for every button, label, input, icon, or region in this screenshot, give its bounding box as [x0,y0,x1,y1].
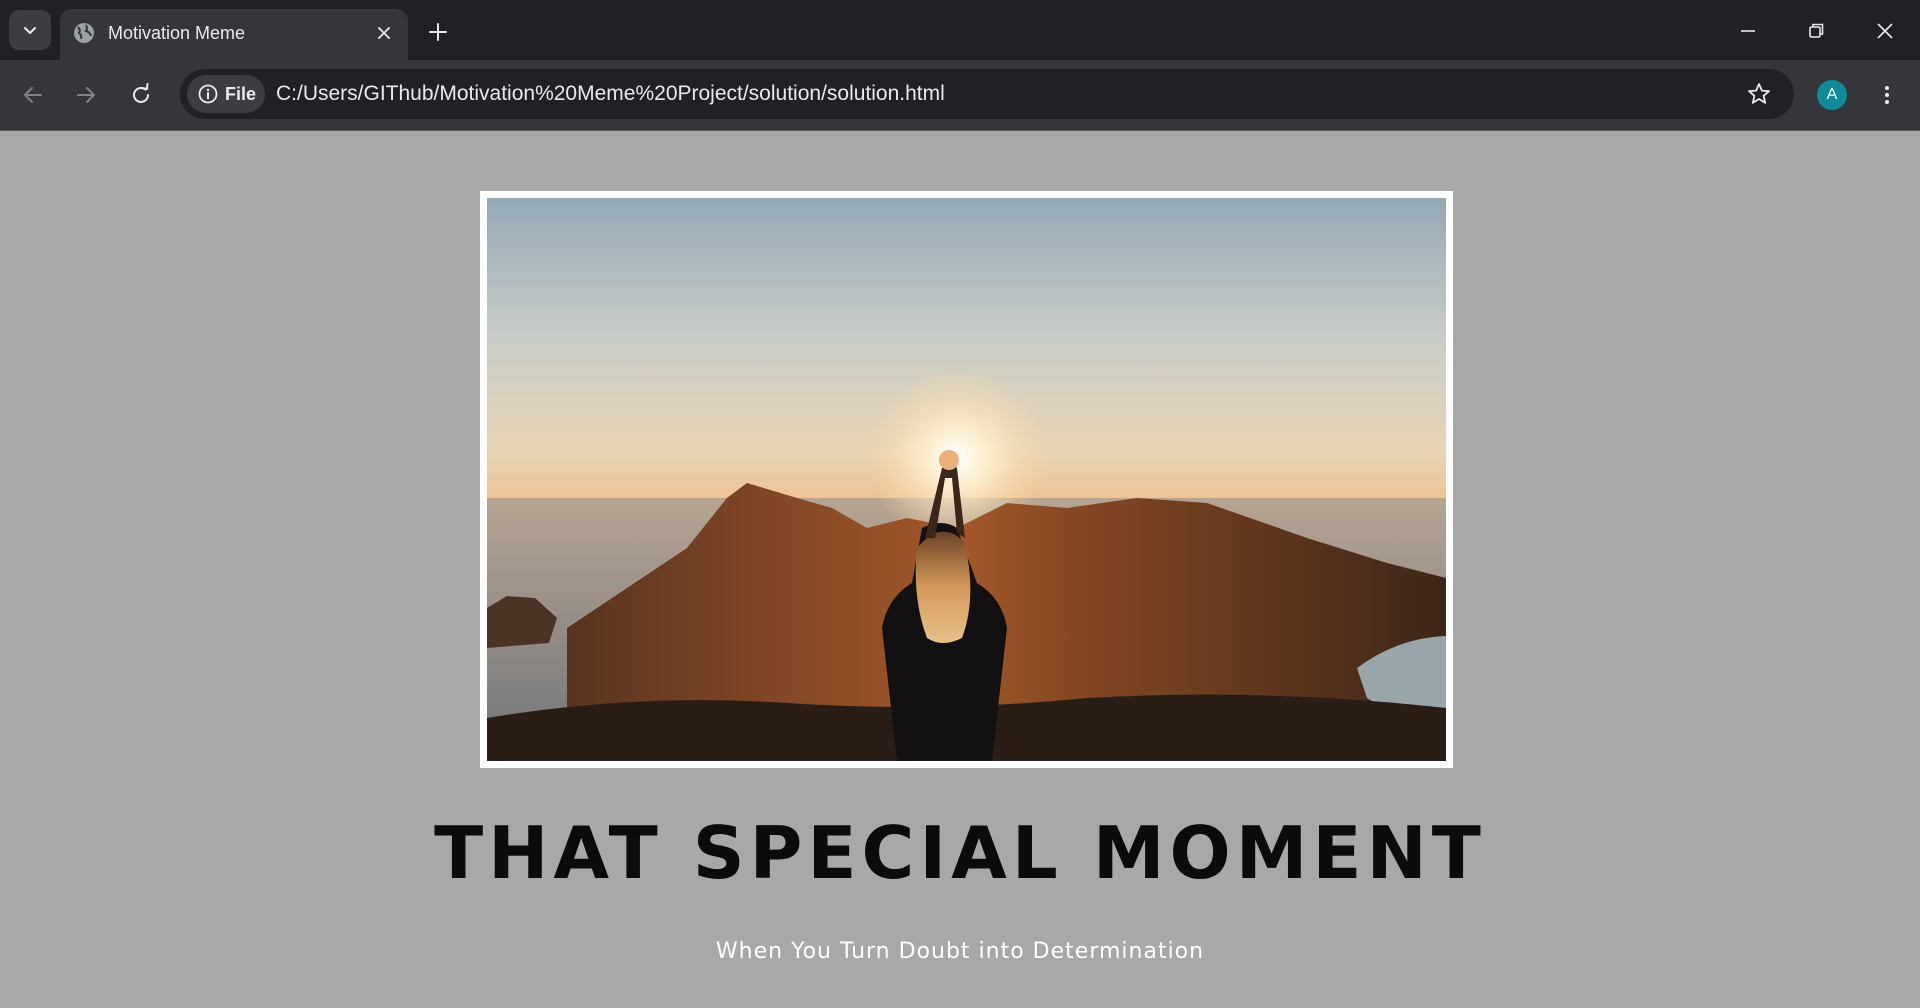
page-subtitle: When You Turn Doubt into Determination [715,939,1205,964]
minimize-icon[interactable] [1733,16,1763,46]
close-tab-icon[interactable] [374,23,394,43]
chevron-down-icon [24,27,36,34]
bookmark-star-icon[interactable] [1746,81,1772,107]
site-chip-label: File [225,83,257,104]
reload-icon[interactable] [126,80,156,110]
forward-arrow-icon[interactable] [71,80,101,110]
image-frame [480,191,1453,768]
new-tab-icon[interactable] [424,18,452,46]
restore-icon[interactable] [1801,16,1831,46]
profile-initial: A [1826,86,1838,103]
url-text[interactable]: C:/Users/GIThub/Motivation%20Meme%20Proj… [276,81,945,107]
site-info-chip[interactable]: File [187,75,265,113]
page-content: THAT SPECIAL MOMENT When You Turn Doubt … [0,131,1920,1008]
sunset-photo [487,198,1446,761]
browser-toolbar: File C:/Users/GIThub/Motivation%20Meme%2… [0,60,1920,130]
more-menu-icon[interactable] [1872,80,1902,110]
browser-tab[interactable]: Motivation Meme [60,9,408,60]
profile-avatar[interactable]: A [1817,80,1847,110]
address-bar[interactable]: File C:/Users/GIThub/Motivation%20Meme%2… [180,69,1794,119]
info-icon [198,84,218,104]
tab-search-button[interactable] [9,10,51,50]
back-arrow-icon[interactable] [18,80,48,110]
page-headline: THAT SPECIAL MOMENT [434,811,1486,895]
close-window-icon[interactable] [1870,16,1900,46]
globe-icon [74,23,94,43]
tab-title: Motivation Meme [108,23,246,43]
tab-strip: Motivation Meme [0,0,1920,60]
